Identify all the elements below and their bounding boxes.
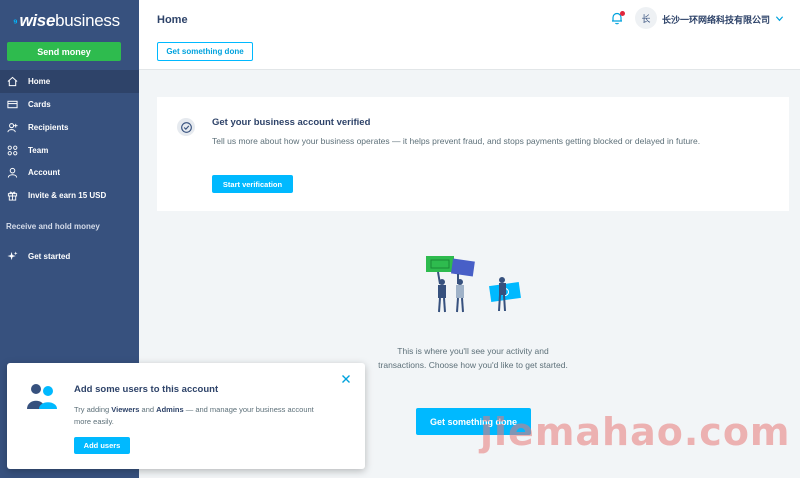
sidebar-item-team[interactable]: Team xyxy=(0,139,139,162)
receive-hold-section-label: Receive and hold money xyxy=(6,222,100,231)
popup-title: Add some users to this account xyxy=(74,384,219,395)
wise-flag-icon: ⁹ xyxy=(13,18,18,29)
sidebar-item-label: Get started xyxy=(28,252,71,261)
sidebar-item-account[interactable]: Account xyxy=(0,161,139,184)
add-users-popup: Add some users to this account Try addin… xyxy=(7,363,365,469)
sidebar-item-label: Invite & earn 15 USD xyxy=(28,191,107,200)
admins-label: Admins xyxy=(156,405,184,414)
sidebar-item-label: Recipients xyxy=(28,123,69,132)
sparkle-icon xyxy=(7,251,18,261)
wise-business-logo[interactable]: ⁹ wise business xyxy=(13,11,120,31)
top-header: Home Get something done 长 长沙一环网络科技有限公司 xyxy=(139,0,800,70)
verify-account-card: Get your business account verified Tell … xyxy=(157,97,789,211)
get-something-done-header-button[interactable]: Get something done xyxy=(157,42,253,61)
users-icon xyxy=(27,384,57,409)
verify-title: Get your business account verified xyxy=(212,117,371,128)
logo-business: business xyxy=(55,11,120,30)
sidebar-item-recipients[interactable]: Recipients xyxy=(0,116,139,139)
logo-wise: wise xyxy=(19,11,56,30)
sidebar-item-label: Home xyxy=(28,77,51,86)
card-icon xyxy=(7,100,18,109)
notification-dot xyxy=(620,11,625,16)
popup-text-and: and xyxy=(139,405,157,414)
sidebar-item-cards[interactable]: Cards xyxy=(0,93,139,116)
sidebar-item-label: Account xyxy=(28,168,60,177)
account-icon xyxy=(7,167,18,178)
sidebar-item-get-started[interactable]: Get started xyxy=(0,245,139,268)
avatar[interactable]: 长 xyxy=(635,7,657,29)
people-holding-money-illustration xyxy=(426,256,521,313)
company-name[interactable]: 长沙一环网络科技有限公司 xyxy=(662,13,770,26)
close-icon[interactable] xyxy=(341,374,351,384)
verify-description: Tell us more about how your business ope… xyxy=(212,136,701,146)
popup-text-before: Try adding xyxy=(74,405,112,414)
gift-icon xyxy=(7,191,18,201)
verified-check-icon xyxy=(177,118,195,136)
sidebar-item-label: Team xyxy=(28,146,49,155)
send-money-button[interactable]: Send money xyxy=(7,42,121,61)
watermark: jiemahao.com xyxy=(480,410,791,454)
chevron-down-icon[interactable] xyxy=(775,14,784,23)
empty-activity-message: This is where you'll see your activity a… xyxy=(378,346,568,370)
add-users-button[interactable]: Add users xyxy=(74,437,130,454)
popup-description: Try adding Viewers and Admins — and mana… xyxy=(74,404,324,428)
team-icon xyxy=(7,145,18,156)
start-verification-button[interactable]: Start verification xyxy=(212,175,293,193)
recipients-icon xyxy=(7,123,18,133)
sidebar-item-invite[interactable]: Invite & earn 15 USD xyxy=(0,184,139,207)
sidebar-item-home[interactable]: Home xyxy=(0,70,139,93)
sidebar-item-label: Cards xyxy=(28,100,51,109)
home-icon xyxy=(7,76,18,87)
page-title: Home xyxy=(157,14,188,26)
viewers-label: Viewers xyxy=(111,405,140,414)
